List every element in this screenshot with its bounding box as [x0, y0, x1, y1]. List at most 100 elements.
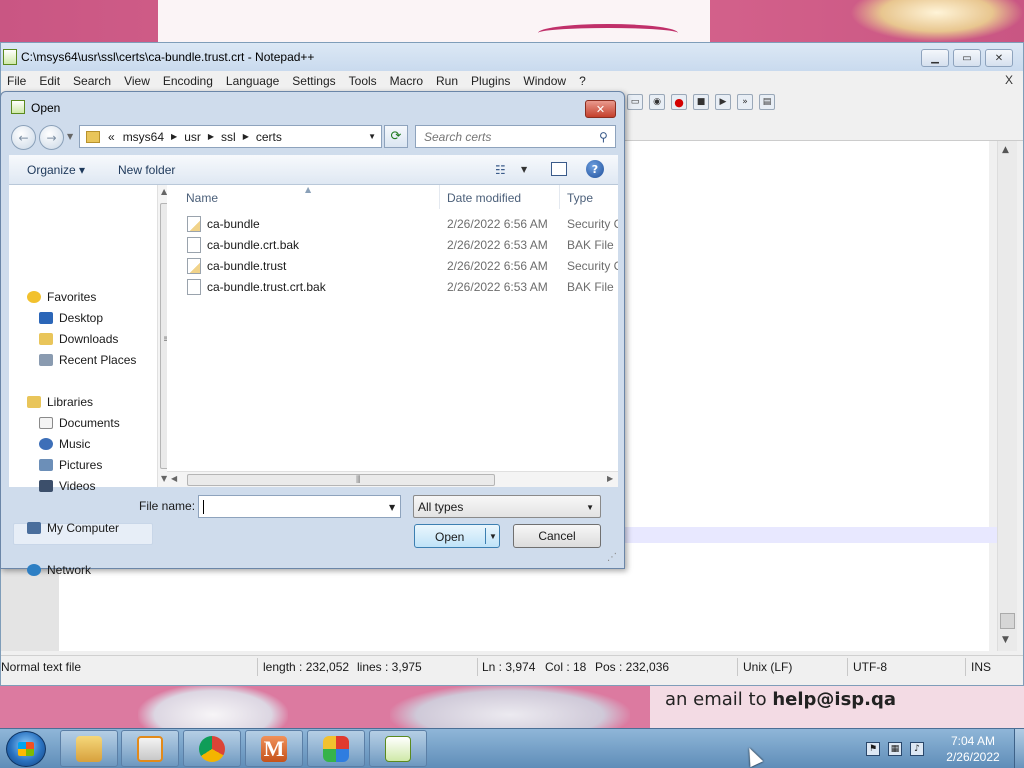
save-macro-icon[interactable]: ▤ [759, 94, 775, 110]
help-icon[interactable]: ? [586, 160, 604, 178]
status-encoding[interactable]: UTF-8 [853, 660, 887, 674]
organize-button[interactable]: Organize ▾ [27, 163, 85, 177]
taskbar-m-app[interactable]: M [245, 730, 303, 767]
file-row[interactable]: ca-bundle.trust.crt.bak 2/26/2022 6:53 A… [167, 277, 618, 298]
column-header-type[interactable]: Type [567, 191, 593, 205]
taskbar-notepad-plus-plus[interactable] [369, 730, 427, 767]
column-header-date-modified[interactable]: Date modified [447, 191, 521, 205]
volume-icon[interactable]: ♪ [910, 742, 924, 756]
nav-favorites[interactable]: Favorites [27, 288, 96, 306]
nav-videos[interactable]: Videos [39, 477, 95, 495]
file-list-horizontal-scrollbar[interactable]: ◀ ⦀ ▶ [167, 471, 618, 487]
address-overflow[interactable]: « [104, 130, 119, 144]
menu-help[interactable]: ? [573, 74, 593, 88]
status-eol[interactable]: Unix (LF) [743, 660, 792, 674]
scroll-right-icon[interactable]: ▶ [607, 474, 613, 483]
nav-downloads[interactable]: Downloads [39, 330, 118, 348]
menu-run[interactable]: Run [430, 74, 465, 88]
breadcrumb-chevron-icon[interactable]: ▶ [168, 132, 180, 141]
search-input[interactable] [415, 125, 616, 148]
menu-search[interactable]: Search [67, 74, 118, 88]
address-bar[interactable]: « msys64 ▶ usr ▶ ssl ▶ certs ▼ [79, 125, 382, 148]
close-button[interactable]: ✕ [985, 49, 1013, 67]
record-macro-icon[interactable]: ● [671, 94, 687, 110]
menu-view[interactable]: View [118, 74, 157, 88]
maximize-button[interactable]: ▭ [953, 49, 981, 67]
back-button[interactable]: ← [11, 125, 36, 150]
menu-macro[interactable]: Macro [384, 74, 430, 88]
change-view-icon[interactable]: ☷ [495, 163, 506, 177]
breadcrumb-usr[interactable]: usr [180, 130, 205, 144]
nav-recent-places[interactable]: Recent Places [39, 351, 136, 369]
editor-vertical-scrollbar[interactable]: ▲ ▼ [997, 141, 1017, 651]
column-header-name[interactable]: Name [186, 191, 218, 205]
start-button[interactable] [6, 731, 46, 767]
breadcrumb-chevron-icon[interactable]: ▶ [240, 132, 252, 141]
file-name-dropdown-icon[interactable]: ▼ [389, 503, 395, 512]
breadcrumb-certs[interactable]: certs [252, 130, 286, 144]
nav-network[interactable]: Network [27, 561, 91, 579]
action-center-icon[interactable]: ⚑ [866, 742, 880, 756]
file-name-input[interactable]: ▼ [198, 495, 401, 518]
play-macro-icon[interactable]: ▶ [715, 94, 731, 110]
stop-macro-icon[interactable]: ■ [693, 94, 709, 110]
menu-settings[interactable]: Settings [286, 74, 342, 88]
scroll-left-icon[interactable]: ◀ [171, 474, 177, 483]
nav-my-computer-label: My Computer [47, 521, 120, 535]
folder-icon [76, 735, 102, 762]
file-type-filter-select[interactable]: All types ▼ [413, 495, 601, 518]
nav-libraries[interactable]: Libraries [27, 393, 93, 411]
view-options-dropdown-icon[interactable]: ▼ [521, 165, 527, 174]
minimize-button[interactable]: ▁ [921, 49, 949, 67]
nav-pictures[interactable]: Pictures [39, 456, 102, 474]
menu-encoding[interactable]: Encoding [157, 74, 220, 88]
open-button[interactable]: Open ▼ [414, 524, 500, 548]
file-row[interactable]: ca-bundle.trust 2/26/2022 6:56 AM Securi… [167, 256, 618, 277]
preview-pane-icon[interactable] [551, 162, 567, 176]
nav-desktop[interactable]: Desktop [39, 309, 103, 327]
play-multiple-icon[interactable]: » [737, 94, 753, 110]
scroll-thumb[interactable] [1000, 613, 1015, 629]
taskbar-windows-explorer[interactable] [60, 730, 118, 767]
network-icon[interactable]: ▦ [888, 742, 902, 756]
address-dropdown-icon[interactable]: ▼ [368, 132, 376, 141]
taskbar-chrome[interactable] [183, 730, 241, 767]
menu-tools[interactable]: Tools [343, 74, 384, 88]
close-document-button[interactable]: X [1005, 73, 1013, 87]
refresh-button[interactable]: ⟳ [384, 125, 408, 148]
breadcrumb-msys64[interactable]: msys64 [119, 130, 168, 144]
folder-icon[interactable]: ▭ [627, 94, 643, 110]
cancel-button[interactable]: Cancel [513, 524, 601, 548]
dialog-close-button[interactable]: ✕ [585, 100, 616, 118]
system-clock[interactable]: 7:04 AM 2/26/2022 [940, 733, 1006, 765]
chevron-down-icon[interactable]: ▼ [586, 503, 594, 512]
menu-language[interactable]: Language [220, 74, 286, 88]
search-icon[interactable]: ⚲ [599, 130, 608, 144]
menu-plugins[interactable]: Plugins [465, 74, 517, 88]
nav-my-computer[interactable]: My Computer [27, 519, 119, 537]
nav-documents-label: Documents [59, 416, 120, 430]
new-folder-button[interactable]: New folder [118, 163, 175, 177]
forward-button[interactable]: → [39, 125, 64, 150]
breadcrumb-chevron-icon[interactable]: ▶ [205, 132, 217, 141]
scroll-up-icon[interactable]: ▲ [1002, 145, 1009, 155]
file-row[interactable]: ca-bundle.crt.bak 2/26/2022 6:53 AM BAK … [167, 235, 618, 256]
resize-grip-icon[interactable]: ⋰ [607, 552, 617, 563]
menu-window[interactable]: Window [517, 74, 573, 88]
taskbar-game[interactable] [307, 730, 365, 767]
nav-documents[interactable]: Documents [39, 414, 120, 432]
recent-locations-dropdown-icon[interactable]: ▼ [67, 132, 73, 141]
scroll-thumb[interactable]: ⦀ [187, 474, 495, 486]
eye-icon[interactable]: ◉ [649, 94, 665, 110]
breadcrumb-ssl[interactable]: ssl [217, 130, 240, 144]
taskbar-media-player[interactable] [121, 730, 179, 767]
open-options-dropdown-icon[interactable]: ▼ [489, 532, 497, 541]
windows-logo-icon [18, 742, 34, 756]
scroll-down-icon[interactable]: ▼ [1002, 635, 1009, 645]
show-desktop-button[interactable] [1014, 729, 1024, 768]
menu-edit[interactable]: Edit [33, 74, 67, 88]
menu-file[interactable]: File [1, 74, 33, 88]
certificate-icon [187, 258, 201, 274]
nav-music[interactable]: Music [39, 435, 90, 453]
file-row[interactable]: ca-bundle 2/26/2022 6:56 AM Security C [167, 214, 618, 235]
